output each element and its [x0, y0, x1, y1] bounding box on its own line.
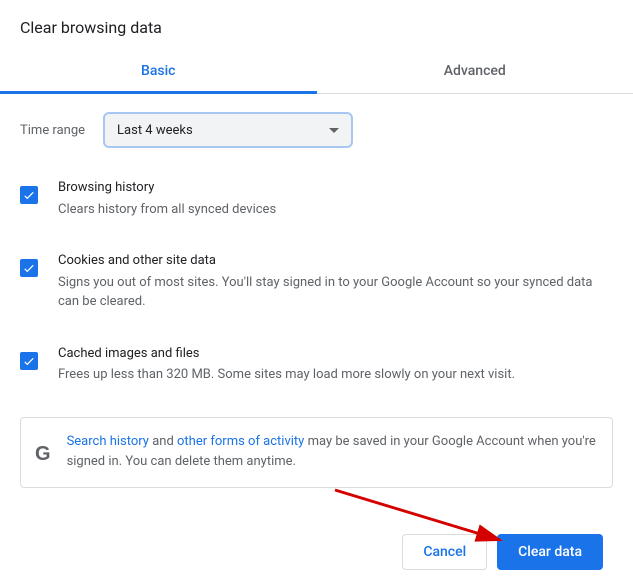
dialog-title: Clear browsing data — [0, 0, 633, 49]
tabs: Basic Advanced — [0, 49, 633, 94]
check-icon — [22, 261, 36, 275]
tab-basic[interactable]: Basic — [0, 49, 317, 93]
google-logo-icon: G — [35, 438, 51, 470]
option-browsing-history: Browsing history Clears history from all… — [20, 178, 613, 219]
option-title: Cached images and files — [58, 344, 613, 364]
search-history-link[interactable]: Search history — [67, 434, 149, 449]
option-title: Cookies and other site data — [58, 251, 613, 271]
chevron-down-icon — [329, 128, 339, 133]
checkbox-cookies[interactable] — [20, 259, 38, 277]
checkbox-browsing-history[interactable] — [20, 186, 38, 204]
google-account-info: G Search history and other forms of acti… — [20, 417, 613, 489]
time-range-label: Time range — [20, 123, 85, 138]
option-description: Clears history from all synced devices — [58, 200, 613, 220]
time-range-value: Last 4 weeks — [117, 123, 193, 138]
option-cached: Cached images and files Frees up less th… — [20, 344, 613, 385]
time-range-select[interactable]: Last 4 weeks — [103, 112, 353, 148]
option-cookies: Cookies and other site data Signs you ou… — [20, 251, 613, 312]
other-activity-link[interactable]: other forms of activity — [177, 434, 304, 449]
tab-advanced[interactable]: Advanced — [317, 49, 633, 93]
time-range-row: Time range Last 4 weeks — [20, 112, 613, 148]
clear-data-button[interactable]: Clear data — [497, 534, 603, 570]
info-text: Search history and other forms of activi… — [67, 432, 598, 474]
options-scroll-area[interactable]: Time range Last 4 weeks Browsing history… — [0, 94, 633, 492]
check-icon — [22, 188, 36, 202]
dialog-footer: Cancel Clear data — [0, 516, 633, 588]
checkbox-cached[interactable] — [20, 352, 38, 370]
option-description: Frees up less than 320 MB. Some sites ma… — [58, 365, 613, 385]
option-description: Signs you out of most sites. You'll stay… — [58, 273, 613, 312]
cancel-button[interactable]: Cancel — [402, 534, 487, 570]
option-title: Browsing history — [58, 178, 613, 198]
check-icon — [22, 354, 36, 368]
